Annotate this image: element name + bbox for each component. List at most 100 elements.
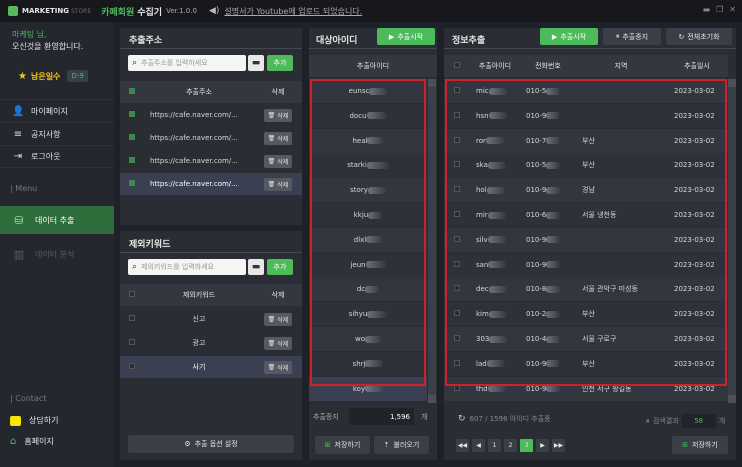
row-checkbox[interactable]	[129, 157, 135, 163]
scroll-down-icon[interactable]	[728, 395, 736, 403]
result-unit: 개	[718, 417, 726, 425]
address-text: https://cafe.naver.com/...	[150, 180, 238, 188]
close-icon[interactable]: ✕	[729, 5, 736, 14]
target-load-button[interactable]: ⇡ 불러오기	[374, 436, 429, 454]
info-stop-button[interactable]: ⏸ 추출중지	[603, 28, 661, 45]
contact-consult-label: 상담하기	[29, 416, 59, 425]
table-row[interactable]: 광고 🗑 삭제	[120, 332, 302, 354]
contact-consult[interactable]: 상담하기	[10, 415, 58, 426]
page-3[interactable]: 3	[520, 439, 533, 452]
table-row[interactable]: https://cafe.naver.com/... 🗑 삭제	[120, 127, 302, 149]
target-id-title: 대상아이디	[316, 36, 358, 46]
target-start-button[interactable]: ▶ 추출시작	[377, 28, 435, 45]
folder-button[interactable]: ▬	[248, 259, 264, 275]
title-divider	[309, 48, 437, 49]
app-version: Ver.1.0.0	[166, 7, 197, 15]
last-page-icon[interactable]: ▶▶	[552, 439, 565, 452]
chart-icon: ▥	[13, 247, 25, 261]
scroll-up-icon[interactable]	[428, 79, 436, 87]
title-divider	[120, 48, 302, 49]
user-name: 마케팅 님,	[12, 30, 47, 39]
row-checkbox[interactable]	[129, 180, 135, 186]
nav-notice[interactable]: ≡ 공지사항	[0, 122, 114, 145]
page-2[interactable]: 2	[504, 439, 517, 452]
address-text: https://cafe.naver.com/...	[150, 134, 238, 142]
delete-button[interactable]: 🗑 삭제	[263, 108, 293, 122]
app-name: 카페회원	[101, 7, 135, 18]
next-page-icon[interactable]: ▶	[536, 439, 549, 452]
row-checkbox[interactable]	[129, 111, 135, 117]
add-address-button[interactable]: 추가	[267, 55, 293, 71]
info-scrollbar[interactable]	[728, 79, 736, 403]
contact-homepage-label: 홈페이지	[24, 437, 54, 446]
menu-data-extract[interactable]: ⛁ 데이터 추출	[0, 206, 114, 234]
logout-icon: ⇥	[13, 151, 23, 162]
col-region: 지역	[614, 62, 628, 70]
nav-logout[interactable]: ⇥ 로그아웃	[0, 145, 114, 168]
masked-text	[487, 385, 506, 393]
result-label: 검색결과	[652, 417, 679, 425]
exclude-keyword-input[interactable]	[141, 263, 246, 271]
row-checkbox[interactable]	[129, 363, 135, 369]
brand-suffix: STORE	[70, 7, 92, 15]
nav-mypage[interactable]: 👤 마이페이지	[0, 99, 114, 122]
target-save-button[interactable]: ⊞ 저장하기	[315, 436, 370, 454]
folder-button[interactable]: ▬	[248, 55, 264, 71]
page-1[interactable]: 1	[488, 439, 501, 452]
delete-button[interactable]: 🗑 삭제	[263, 154, 293, 168]
save-icon: ⊞	[324, 441, 331, 449]
minimize-icon[interactable]: ▬	[703, 5, 711, 14]
select-all-checkbox[interactable]	[129, 291, 135, 297]
trash-icon: 🗑	[267, 157, 276, 165]
play-icon: ▶	[388, 32, 395, 41]
refresh-icon: ↻	[678, 32, 685, 41]
add-keyword-button[interactable]: 추가	[267, 259, 293, 275]
notice-link[interactable]: 설명서가 Youtube에 업로드 되었습니다.	[224, 6, 362, 17]
extract-address-input[interactable]	[141, 59, 246, 67]
prev-page-icon[interactable]: ◀	[472, 439, 485, 452]
extract-options-button[interactable]: ⚙ 추출 옵션 설정	[128, 435, 294, 453]
maximize-icon[interactable]: ❐	[716, 5, 723, 14]
remaining-days-value: D-9	[67, 70, 88, 82]
masked-text	[365, 385, 384, 393]
menu-data-analysis[interactable]: ▥ 데이터 분석	[0, 240, 114, 268]
search-icon: ⌕	[132, 58, 138, 68]
trash-icon: 🗑	[267, 363, 276, 371]
scroll-down-icon[interactable]	[428, 395, 436, 403]
info-start-button[interactable]: ▶ 추출시작	[540, 28, 598, 45]
menu-data-extract-label: 데이터 추출	[35, 215, 75, 225]
delete-button[interactable]: 🗑 삭제	[263, 177, 293, 191]
folder-icon: ▬	[251, 58, 261, 68]
count-label: 추출증지	[313, 413, 339, 421]
row-checkbox[interactable]	[129, 315, 135, 321]
info-save-button[interactable]: ⊞ 저장하기	[672, 436, 728, 454]
search-result: ⌕ 검색결과 58 개	[646, 414, 725, 428]
scroll-up-icon[interactable]	[728, 79, 736, 87]
table-row[interactable]: https://cafe.naver.com/... 🗑 삭제	[120, 173, 302, 195]
select-all-checkbox[interactable]	[129, 88, 135, 94]
extract-address-header: 추출주소 삭제	[120, 81, 302, 103]
target-scrollbar[interactable]	[428, 79, 436, 403]
contact-homepage[interactable]: ⌂ 홈페이지	[10, 436, 54, 447]
select-all-checkbox[interactable]	[454, 62, 460, 68]
table-row[interactable]: https://cafe.naver.com/... 🗑 삭제	[120, 104, 302, 126]
exclude-keyword-search[interactable]: ⌕	[128, 259, 246, 275]
delete-button[interactable]: 🗑 삭제	[263, 360, 293, 374]
delete-button[interactable]: 🗑 삭제	[263, 336, 293, 350]
extract-address-search[interactable]: ⌕	[128, 55, 246, 71]
col-extract-id: 추출아이디	[356, 62, 390, 70]
table-row[interactable]: https://cafe.naver.com/... 🗑 삭제	[120, 150, 302, 172]
reset-all-button[interactable]: ↻ 전체초기화	[666, 28, 732, 45]
row-checkbox[interactable]	[129, 134, 135, 140]
delete-button[interactable]: 🗑 삭제	[263, 312, 293, 326]
table-row[interactable]: 사기 🗑 삭제	[120, 356, 302, 378]
nav-logout-label: 로그아웃	[31, 152, 61, 161]
trash-icon: 🗑	[267, 111, 276, 119]
first-page-icon[interactable]: ◀◀	[456, 439, 469, 452]
table-row[interactable]: 신고 🗑 삭제	[120, 308, 302, 330]
address-text: https://cafe.naver.com/...	[150, 157, 238, 165]
keyword-text: 광고	[192, 339, 206, 347]
row-checkbox[interactable]	[129, 339, 135, 345]
upload-icon: ⇡	[383, 441, 390, 449]
delete-button[interactable]: 🗑 삭제	[263, 131, 293, 145]
